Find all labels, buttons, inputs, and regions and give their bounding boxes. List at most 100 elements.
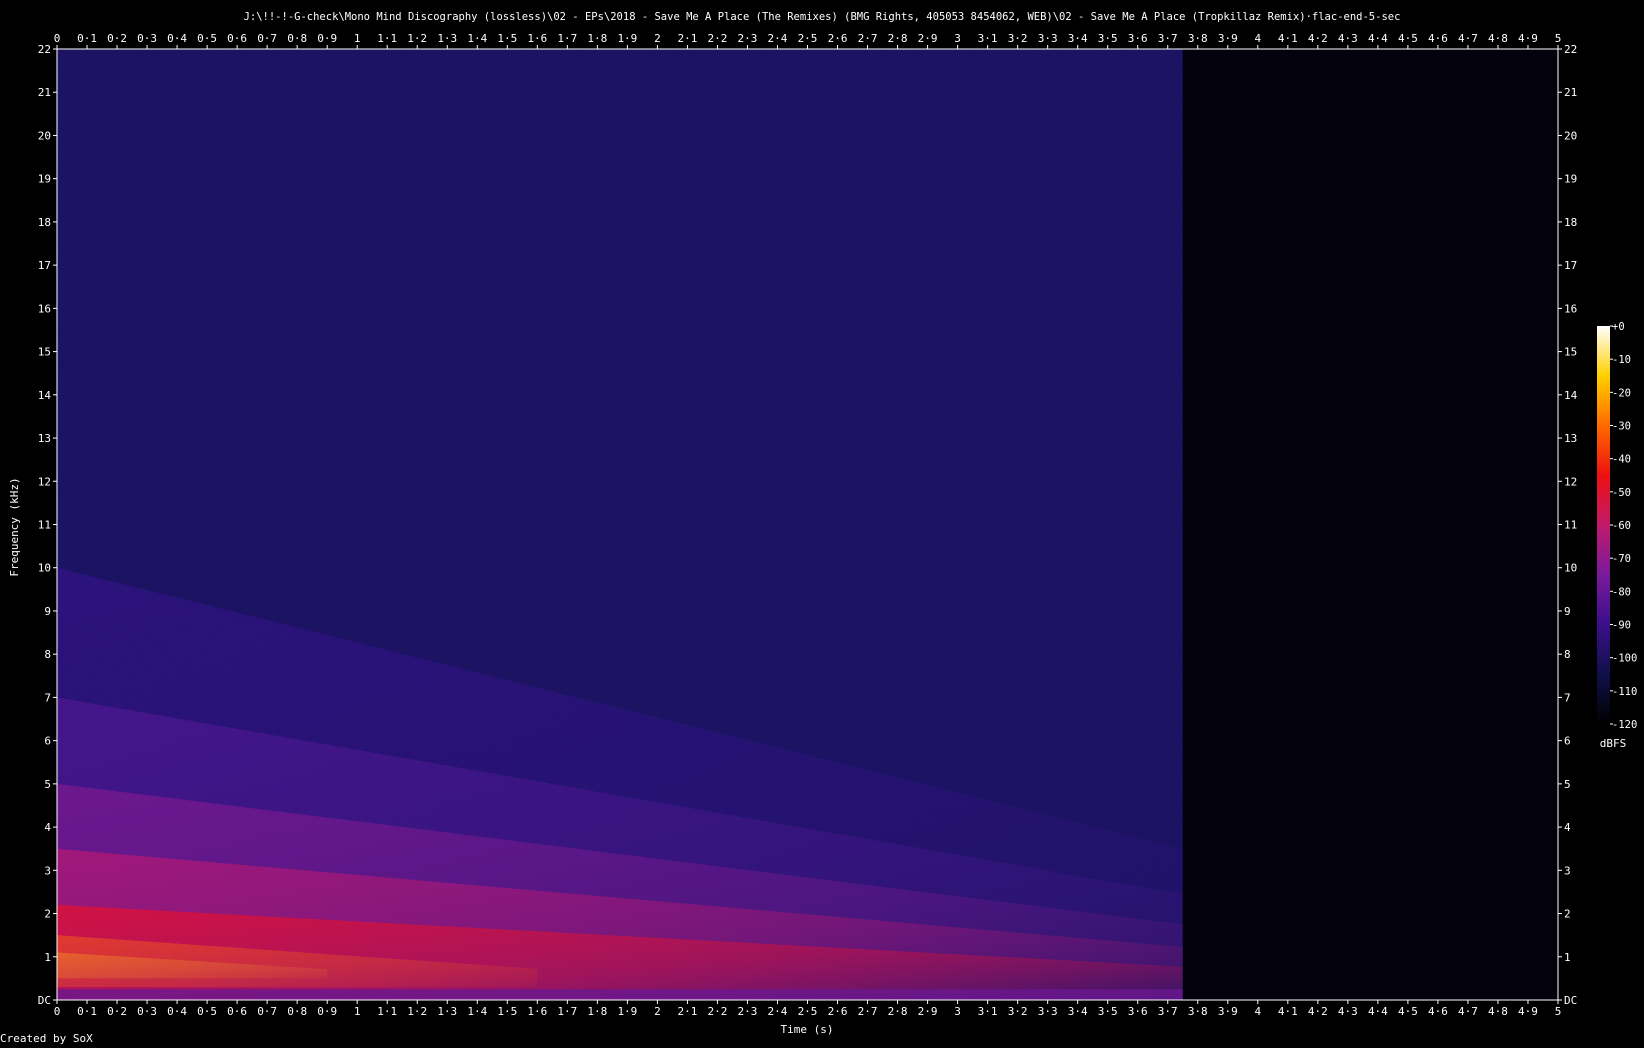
x-tick-label-bottom: 2·1 [677, 1005, 697, 1018]
x-tick-label-top: 0·1 [77, 32, 97, 45]
x-tick-label-top: 4·1 [1278, 32, 1298, 45]
x-axis-top: 0 0·1 0·2 0·3 0·4 0·5 0·6 0·7 0·8 0·9 1 1·1 1·2 1·3 1·… [54, 32, 1562, 49]
x-tick-label-bottom: 4·6 [1428, 1005, 1448, 1018]
y-tick-label-left: 16 [38, 302, 51, 315]
x-tick-label-top: 3 [954, 32, 961, 45]
x-tick-label-bottom: 1·2 [407, 1005, 427, 1018]
y-tick-label-right: 1 [1564, 951, 1571, 964]
x-tick-label-bottom: 5 [1555, 1005, 1562, 1018]
y-tick-label-right: 11 [1564, 519, 1577, 532]
x-tick-label-top: 3·7 [1158, 32, 1178, 45]
x-tick-label-top: 2 [654, 32, 661, 45]
x-tick-label-bottom: 2·6 [828, 1005, 848, 1018]
x-tick-label-top: 0·2 [107, 32, 127, 45]
x-tick-label-bottom: 2·4 [768, 1005, 788, 1018]
y-tick-label-right: 6 [1564, 735, 1571, 748]
x-tick-label-bottom: 1·1 [377, 1005, 397, 1018]
colorbar-tick-label: +0 [1612, 321, 1625, 333]
x-tick-label-top: 1·3 [437, 32, 457, 45]
colorbar-gradient [1597, 326, 1610, 724]
y-tick-label-left: 5 [44, 778, 51, 791]
x-tick-label-bottom: 1·6 [527, 1005, 547, 1018]
x-tick-label-bottom: 4·3 [1338, 1005, 1358, 1018]
y-tick-label-left: 21 [38, 86, 51, 99]
colorbar-ticks: +0 -10 -20 -30 -40 -50 -60 -70 -80 -90 -100 -110 -12… [1610, 321, 1637, 731]
x-tick-label-top: 0·5 [197, 32, 217, 45]
dc-strip [57, 989, 1183, 1000]
x-tick-label-bottom: 4·8 [1488, 1005, 1508, 1018]
x-tick-label-bottom: 0·1 [77, 1005, 97, 1018]
y-tick-label-right: 21 [1564, 86, 1577, 99]
x-tick-label-top: 3·9 [1218, 32, 1238, 45]
colorbar: +0 -10 -20 -30 -40 -50 -60 -70 -80 -90 -100 -110 -12… [1597, 321, 1637, 750]
y-tick-label-right: 5 [1564, 778, 1571, 791]
x-tick-label-bottom: 3 [954, 1005, 961, 1018]
x-tick-label-top: 4·3 [1338, 32, 1358, 45]
spectrogram-chart: J:\!!-!-G-check\Mono Mind Discography (l… [8, 11, 1637, 1036]
x-tick-label-top: 1 [354, 32, 361, 45]
x-tick-label-bottom: 1·5 [497, 1005, 517, 1018]
y-tick-label-right: 15 [1564, 346, 1577, 359]
x-tick-label-top: 1·9 [617, 32, 637, 45]
y-tick-label-left: 4 [44, 821, 51, 834]
y-tick-label-left: 2 [44, 908, 51, 921]
x-axis-bottom: 0 0·1 0·2 0·3 0·4 0·5 0·6 0·7 0·8 0·9 1 1·1 1·2 1·3 1·… [54, 1000, 1562, 1018]
y-tick-label-right: 16 [1564, 302, 1577, 315]
y-tick-label-right: 14 [1564, 389, 1578, 402]
x-tick-label-top: 1·8 [587, 32, 607, 45]
x-tick-label-top: 3·1 [978, 32, 998, 45]
y-tick-label-left: 10 [38, 562, 51, 575]
x-tick-label-top: 3·3 [1038, 32, 1058, 45]
x-tick-label-top: 3·4 [1068, 32, 1088, 45]
x-tick-label-bottom: 2 [654, 1005, 661, 1018]
x-tick-label-top: 1·1 [377, 32, 397, 45]
x-tick-label-bottom: 3·5 [1098, 1005, 1118, 1018]
x-tick-label-top: 3·8 [1188, 32, 1208, 45]
x-tick-label-top: 1·2 [407, 32, 427, 45]
x-tick-label-bottom: 2·5 [798, 1005, 818, 1018]
y-tick-label-right: 22 [1564, 43, 1577, 56]
x-tick-label-bottom: 4·5 [1398, 1005, 1418, 1018]
x-tick-label-bottom: 0·3 [137, 1005, 157, 1018]
x-tick-label-bottom: 1·4 [467, 1005, 487, 1018]
x-tick-label-top: 1·5 [497, 32, 517, 45]
y-axis-right: DC12345678910111213141516171819202122 [1558, 43, 1578, 1007]
x-tick-label-top: 1·4 [467, 32, 487, 45]
y-tick-label-left: 14 [38, 389, 52, 402]
y-tick-label-left: 17 [38, 259, 51, 272]
y-tick-label-left: 22 [38, 43, 51, 56]
y-tick-label-right: 8 [1564, 648, 1571, 661]
x-tick-label-bottom: 0 [54, 1005, 61, 1018]
colorbar-tick-label: -80 [1612, 586, 1631, 598]
x-tick-label-top: 4·4 [1368, 32, 1388, 45]
y-tick-label-left: 8 [44, 648, 51, 661]
x-tick-label-bottom: 3·2 [1008, 1005, 1028, 1018]
x-tick-label-bottom: 0·8 [287, 1005, 307, 1018]
y-tick-label-right: 20 [1564, 129, 1577, 142]
x-tick-label-top: 1·7 [557, 32, 577, 45]
x-tick-label-bottom: 4·2 [1308, 1005, 1328, 1018]
x-tick-label-bottom: 0·5 [197, 1005, 217, 1018]
x-tick-label-bottom: 1·3 [437, 1005, 457, 1018]
x-tick-label-bottom: 1·7 [557, 1005, 577, 1018]
y-tick-label-left: 15 [38, 346, 51, 359]
x-tick-label-top: 2·3 [738, 32, 758, 45]
y-tick-label-right: 4 [1564, 821, 1571, 834]
x-tick-label-top: 2·5 [798, 32, 818, 45]
x-tick-label-top: 2·6 [828, 32, 848, 45]
x-tick-label-top: 0·3 [137, 32, 157, 45]
x-tick-label-top: 2·7 [858, 32, 878, 45]
x-tick-label-top: 4·9 [1518, 32, 1538, 45]
colorbar-label: dBFS [1600, 737, 1627, 750]
colorbar-tick-label: -100 [1612, 653, 1637, 665]
x-tick-label-top: 5 [1555, 32, 1562, 45]
chart-title: J:\!!-!-G-check\Mono Mind Discography (l… [244, 11, 1401, 23]
x-tick-label-top: 4 [1254, 32, 1261, 45]
x-tick-label-top: 0·4 [167, 32, 187, 45]
x-tick-label-bottom: 0·7 [257, 1005, 277, 1018]
x-tick-label-bottom: 2·7 [858, 1005, 878, 1018]
x-tick-label-bottom: 2·3 [738, 1005, 758, 1018]
y-tick-label-left: 11 [38, 519, 51, 532]
x-tick-label-top: 0·9 [317, 32, 337, 45]
x-tick-label-bottom: 1 [354, 1005, 361, 1018]
